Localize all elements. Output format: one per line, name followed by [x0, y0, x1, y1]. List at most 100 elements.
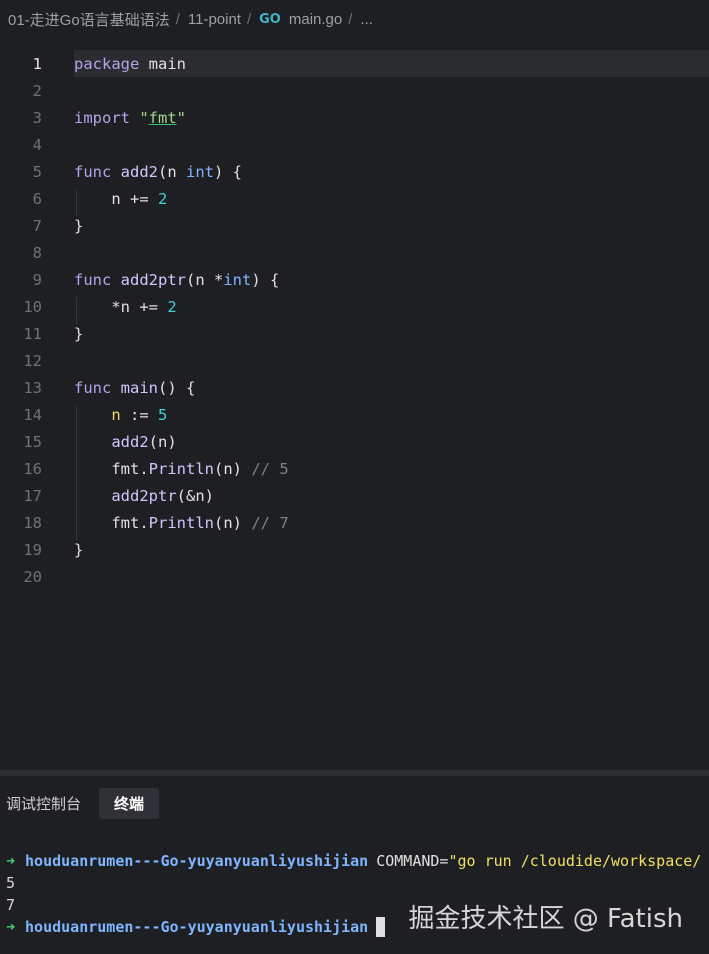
- line-number: 20: [23, 567, 42, 586]
- keyword: func: [74, 162, 112, 181]
- punctuation: ) {: [214, 162, 242, 181]
- line-code: fmt. Println (n) // 5: [74, 455, 709, 482]
- code-line[interactable]: 19 }: [0, 536, 709, 563]
- code-line[interactable]: 4: [0, 131, 709, 158]
- code-line[interactable]: 20: [0, 563, 709, 590]
- function-name: main: [111, 378, 158, 397]
- line-code: func add2ptr (n * int) {: [74, 266, 709, 293]
- line-code: }: [74, 536, 709, 563]
- string-quote: ": [130, 108, 149, 127]
- code-line[interactable]: 18 fmt. Println (n) // 7: [0, 509, 709, 536]
- line-number: 8: [32, 243, 42, 262]
- output-text: 7: [6, 896, 16, 914]
- statement: *n +=: [74, 297, 168, 316]
- line-code: import " fmt ": [74, 104, 709, 131]
- code-line[interactable]: 9 func add2ptr (n * int) {: [0, 266, 709, 293]
- line-code: func add2 (n int) {: [74, 158, 709, 185]
- breadcrumb-separator: /: [175, 10, 180, 28]
- breadcrumb-separator: /: [348, 10, 353, 28]
- line-number: 12: [23, 351, 42, 370]
- line-number: 10: [23, 297, 42, 316]
- code-line[interactable]: 3 import " fmt ": [0, 104, 709, 131]
- string-value: fmt: [148, 108, 177, 127]
- line-code: add2 (n): [74, 428, 709, 455]
- terminal-line: ➜ houduanrumen---Go-yuyanyuanliyushijian…: [6, 850, 709, 872]
- function-call: add2: [111, 432, 149, 451]
- terminal-cursor: [376, 917, 386, 937]
- terminal-line: 5: [6, 872, 709, 894]
- statement: n +=: [74, 189, 158, 208]
- prompt-arrow-icon: ➜: [6, 918, 16, 936]
- code-line[interactable]: 8: [0, 239, 709, 266]
- line-number: 19: [23, 540, 42, 559]
- breadcrumb-folder-point[interactable]: 11-point: [188, 11, 241, 28]
- code-line[interactable]: 6 n += 2: [0, 185, 709, 212]
- line-number: 16: [23, 459, 42, 478]
- type: int: [186, 162, 214, 181]
- package-name: fmt: [111, 513, 140, 532]
- function-name: add2: [111, 162, 158, 181]
- prompt-dir: houduanrumen---Go-yuyanyuanliyushijian: [25, 918, 369, 936]
- breadcrumb-file[interactable]: main.go: [289, 11, 342, 28]
- code-line[interactable]: 7 }: [0, 212, 709, 239]
- prompt-dir: houduanrumen---Go-yuyanyuanliyushijian: [25, 852, 369, 870]
- line-number: 3: [32, 108, 42, 127]
- line-number: 14: [23, 405, 42, 424]
- line-number: 13: [23, 378, 42, 397]
- line-code: }: [74, 212, 709, 239]
- code-line[interactable]: 1 package main: [0, 50, 709, 77]
- line-number: 4: [32, 135, 42, 154]
- punctuation: () {: [158, 378, 196, 397]
- dot: .: [139, 459, 149, 478]
- tab-debug-console[interactable]: 调试控制台: [6, 788, 81, 819]
- keyword: import: [74, 108, 130, 127]
- line-code: add2ptr (&n): [74, 482, 709, 509]
- line-number: 1: [32, 54, 42, 73]
- code-line[interactable]: 12: [0, 347, 709, 374]
- punctuation: (n *: [185, 270, 224, 289]
- breadcrumb-more[interactable]: ...: [360, 11, 373, 28]
- code-line[interactable]: 2: [0, 77, 709, 104]
- line-code: n += 2: [74, 185, 709, 212]
- code-line[interactable]: 15 add2 (n): [0, 428, 709, 455]
- panel-tabs: 调试控制台 终端: [6, 788, 160, 819]
- code-line[interactable]: 16 fmt. Println (n) // 5: [0, 455, 709, 482]
- line-code: }: [74, 320, 709, 347]
- code-line[interactable]: 13 func main() {: [0, 374, 709, 401]
- line-code: package main: [74, 50, 709, 77]
- line-code: n := 5: [74, 401, 709, 428]
- punctuation: (&n): [176, 486, 214, 505]
- line-code: *n += 2: [74, 293, 709, 320]
- punctuation: (n): [214, 513, 252, 532]
- breadcrumb-folder-root[interactable]: 01-走进Go语言基础语法: [8, 9, 170, 30]
- code-line[interactable]: 14 n := 5: [0, 401, 709, 428]
- dot: .: [139, 513, 149, 532]
- function-name: add2ptr: [111, 270, 186, 289]
- line-number: 6: [32, 189, 42, 208]
- breadcrumb-separator: /: [246, 10, 252, 28]
- line-code: func main() {: [74, 374, 709, 401]
- brace: }: [74, 324, 84, 343]
- function-call: Println: [148, 513, 214, 532]
- brace: }: [74, 216, 84, 235]
- variable: n: [111, 405, 121, 424]
- code-line[interactable]: 5 func add2 (n int) {: [0, 158, 709, 185]
- code-line[interactable]: 10 *n += 2: [0, 293, 709, 320]
- command-key: COMMAND=: [376, 852, 449, 870]
- punctuation: (n: [158, 162, 186, 181]
- command-value: "go run /cloudide/workspace/: [448, 852, 702, 870]
- line-code: fmt. Println (n) // 7: [74, 509, 709, 536]
- comment: // 7: [251, 513, 289, 532]
- tab-terminal[interactable]: 终端: [99, 788, 160, 819]
- code-line[interactable]: 17 add2ptr (&n): [0, 482, 709, 509]
- breadcrumb: 01-走进Go语言基础语法 / 11-point / GO main.go / …: [0, 0, 709, 38]
- code-line[interactable]: 11 }: [0, 320, 709, 347]
- code-editor[interactable]: 1 package main 2 3 import " fmt " 4 5 func…: [0, 40, 709, 770]
